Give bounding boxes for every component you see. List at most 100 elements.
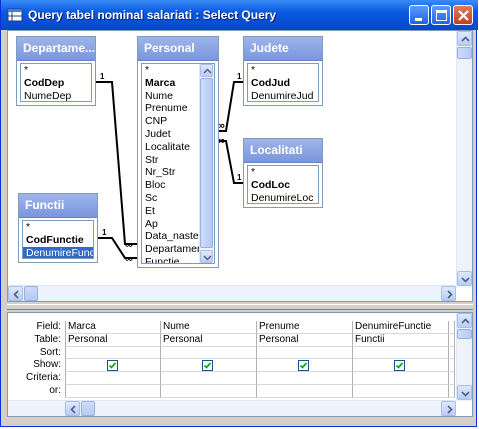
- row-label-table: Table:: [34, 333, 61, 345]
- scroll-down-button[interactable]: [457, 385, 472, 400]
- diagram-horizontal-scrollbar[interactable]: [8, 285, 456, 301]
- scroll-up-button[interactable]: [200, 64, 213, 77]
- minimize-button[interactable]: [409, 5, 429, 25]
- table-personal[interactable]: Personal * Marca Nume Prenume CNP Judet Locali…: [137, 36, 219, 268]
- scroll-thumb[interactable]: [457, 47, 472, 59]
- field-item[interactable]: *: [248, 64, 318, 77]
- scroll-thumb[interactable]: [81, 401, 95, 416]
- grid-cell-table[interactable]: Functii: [353, 333, 449, 347]
- field-item[interactable]: DenumireJud: [248, 90, 318, 101]
- grid-horizontal-scrollbar[interactable]: [8, 400, 456, 416]
- grid-cell-or[interactable]: [161, 384, 257, 398]
- table-title[interactable]: Functii: [19, 194, 97, 218]
- design-grid-pane[interactable]: Field: Table: Sort: Show: Criteria: or: …: [7, 312, 473, 417]
- grid-cell-sort[interactable]: [353, 346, 449, 360]
- grid-cell-field[interactable]: Nume: [161, 321, 257, 334]
- scroll-left-button[interactable]: [8, 286, 23, 301]
- grid-cell-field[interactable]: DenumireFunctie: [353, 321, 449, 334]
- grid-column[interactable]: Prenume Personal: [257, 321, 353, 398]
- grid-cell-empty[interactable]: [449, 359, 455, 373]
- field-list[interactable]: *CodFunctieDenumireFunctie: [22, 220, 94, 259]
- chevron-down-icon: [203, 255, 212, 261]
- show-checkbox[interactable]: [107, 360, 118, 372]
- pane-splitter[interactable]: [7, 304, 473, 310]
- grid-cell-empty[interactable]: [449, 372, 455, 385]
- scroll-thumb[interactable]: [457, 329, 472, 339]
- field-item[interactable]: DenumireFunctie: [23, 246, 93, 258]
- scroll-thumb[interactable]: [24, 286, 38, 301]
- grid-cell-show[interactable]: [65, 359, 161, 373]
- scroll-down-button[interactable]: [200, 250, 213, 263]
- grid-cell-criteria[interactable]: [161, 372, 257, 385]
- grid-cell-show[interactable]: [257, 359, 353, 373]
- scroll-down-button[interactable]: [457, 271, 472, 286]
- grid-cell-table[interactable]: Personal: [65, 333, 161, 347]
- table-diagram-pane[interactable]: 1 ∞ 1 ∞ 1 ∞ 1 ∞ Departame... * CodDep Nume…: [7, 30, 473, 302]
- grid-cell-table[interactable]: Personal: [257, 333, 353, 347]
- scroll-up-button[interactable]: [457, 31, 472, 46]
- close-button[interactable]: [453, 5, 473, 25]
- grid-column[interactable]: Marca Personal: [65, 321, 161, 398]
- table-title[interactable]: Personal: [138, 37, 218, 61]
- field-item[interactable]: *: [21, 64, 91, 77]
- field-item[interactable]: CodLoc: [248, 179, 318, 192]
- grid-cell-empty[interactable]: [449, 384, 455, 398]
- grid-cell-show[interactable]: [161, 359, 257, 373]
- field-list-scrollbar[interactable]: [199, 64, 214, 263]
- field-item[interactable]: CodDep: [21, 77, 91, 90]
- table-title[interactable]: Localitati: [244, 139, 322, 163]
- field-list[interactable]: * CodLoc DenumireLoc: [247, 165, 319, 204]
- query-window: Query tabel nominal salariati : Select Q…: [0, 0, 478, 427]
- field-list[interactable]: * Marca Nume Prenume CNP Judet Localitate Str Nr…: [141, 63, 215, 264]
- grid-cell-sort[interactable]: [65, 346, 161, 360]
- grid-vertical-scrollbar[interactable]: [456, 313, 472, 401]
- show-checkbox[interactable]: [298, 360, 309, 372]
- chevron-right-icon: [447, 290, 453, 299]
- field-item[interactable]: DenumireLoc: [248, 192, 318, 203]
- grid-cell-or[interactable]: [257, 384, 353, 398]
- grid-cell-empty[interactable]: [449, 346, 455, 360]
- show-checkbox[interactable]: [394, 360, 405, 372]
- diagram-vertical-scrollbar[interactable]: [456, 31, 472, 287]
- scroll-up-button[interactable]: [457, 313, 472, 328]
- table-judete[interactable]: Judete * CodJud DenumireJud: [243, 36, 323, 106]
- scroll-left-button[interactable]: [65, 401, 80, 416]
- table-title[interactable]: Judete: [244, 37, 322, 61]
- grid-cell-criteria[interactable]: [353, 372, 449, 385]
- grid-cell-or[interactable]: [353, 384, 449, 398]
- field-list[interactable]: * CodDep NumeDep: [20, 63, 92, 102]
- field-item[interactable]: *: [248, 166, 318, 179]
- title-bar[interactable]: Query tabel nominal salariati : Select Q…: [1, 0, 478, 30]
- grid-cell-empty[interactable]: [449, 321, 455, 334]
- field-item[interactable]: NumeDep: [21, 90, 91, 101]
- scroll-thumb[interactable]: [200, 78, 213, 248]
- field-item[interactable]: CodFunctie: [23, 234, 93, 247]
- table-title[interactable]: Departame...: [17, 37, 95, 61]
- grid-cell-criteria[interactable]: [257, 372, 353, 385]
- grid-cell-or[interactable]: [65, 384, 161, 398]
- grid-column[interactable]: Nume Personal: [161, 321, 257, 398]
- grid-cell-table[interactable]: Personal: [161, 333, 257, 347]
- maximize-button[interactable]: [431, 5, 451, 25]
- table-functii[interactable]: Functii *CodFunctieDenumireFunctie: [18, 193, 98, 263]
- grid-cell-sort[interactable]: [161, 346, 257, 360]
- table-localitati[interactable]: Localitati * CodLoc DenumireLoc: [243, 138, 323, 208]
- row-label-show: Show:: [33, 359, 61, 371]
- grid-cell-criteria[interactable]: [65, 372, 161, 385]
- window-title: Query tabel nominal salariati : Select Q…: [28, 8, 277, 22]
- grid-cell-empty[interactable]: [449, 333, 455, 347]
- scroll-right-button[interactable]: [441, 286, 456, 301]
- grid-column[interactable]: DenumireFunctie Functii: [353, 321, 449, 398]
- field-list[interactable]: * CodJud DenumireJud: [247, 63, 319, 102]
- grid-cell-sort[interactable]: [257, 346, 353, 360]
- grid-column[interactable]: [449, 321, 455, 398]
- grid-cell-field[interactable]: Marca: [65, 321, 161, 334]
- field-item[interactable]: CodJud: [248, 77, 318, 90]
- show-checkbox[interactable]: [202, 360, 213, 372]
- table-departament[interactable]: Departame... * CodDep NumeDep: [16, 36, 96, 106]
- grid-cell-show[interactable]: [353, 359, 449, 373]
- field-item[interactable]: *: [23, 221, 93, 234]
- relation-many-label: ∞: [125, 239, 133, 251]
- scroll-right-button[interactable]: [441, 401, 456, 416]
- grid-cell-field[interactable]: Prenume: [257, 321, 353, 334]
